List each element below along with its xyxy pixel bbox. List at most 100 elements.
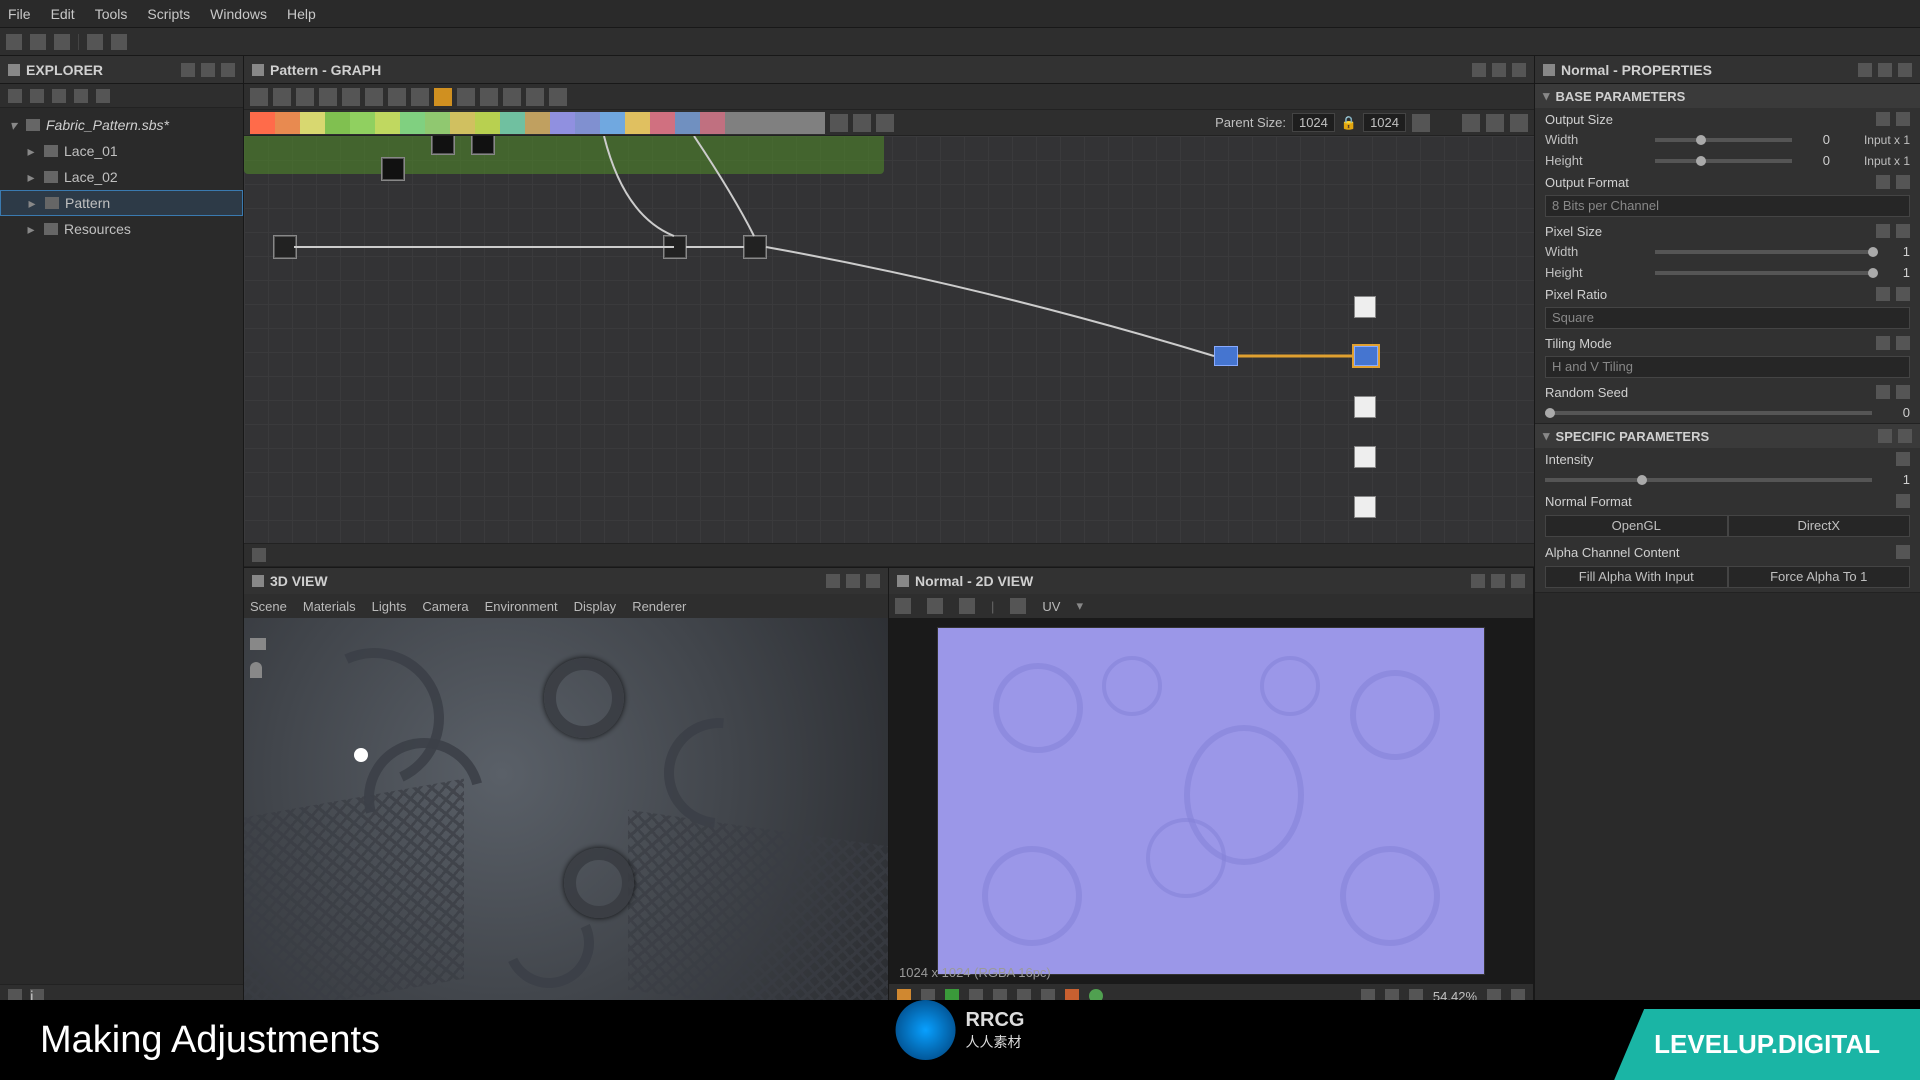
pxwidth-slider[interactable] [1655,250,1872,254]
pin-icon[interactable] [1472,63,1486,77]
reset-icon[interactable] [1896,385,1910,399]
menu-materials[interactable]: Materials [303,599,356,614]
copy-icon[interactable] [959,598,975,614]
reset-icon[interactable] [1896,175,1910,189]
flow-icon[interactable] [457,88,475,106]
btn-opengl[interactable]: OpenGL [1545,515,1728,537]
atomic-hsl[interactable] [525,112,550,134]
base-params-header[interactable]: BASE PARAMETERS [1556,89,1686,104]
reset-icon[interactable] [1896,452,1910,466]
btn-force-alpha[interactable]: Force Alpha To 1 [1728,566,1911,588]
atomic-levels[interactable] [550,112,575,134]
pin-icon[interactable] [181,63,195,77]
tree-item-lace02[interactable]: ▸ Lace_02 [0,164,243,190]
view2d-canvas[interactable]: 1024 x 1024 (RGBA 16pc) [889,618,1533,984]
menu-windows[interactable]: Windows [210,6,267,22]
atomic-blur[interactable] [300,112,325,134]
graph-node[interactable] [472,136,494,154]
graph-node[interactable] [744,236,766,258]
menu-tools[interactable]: Tools [95,6,128,22]
atomic-text[interactable] [725,112,750,134]
pin-node-icon[interactable] [876,114,894,132]
btn-directx[interactable]: DirectX [1728,515,1911,537]
view3d-canvas[interactable] [244,618,888,1008]
timing-icon[interactable] [480,88,498,106]
tree-item-resources[interactable]: ▸ Resources [0,216,243,242]
tree-root[interactable]: ▾ Fabric_Pattern.sbs* [0,112,243,138]
menu-display[interactable]: Display [574,599,617,614]
profile-icon[interactable] [1486,114,1504,132]
reset-icon[interactable] [1896,224,1910,238]
output-format-select[interactable]: 8 Bits per Channel [1545,195,1910,217]
save2-icon[interactable] [52,89,66,103]
save-icon[interactable] [54,34,70,50]
menu-edit[interactable]: Edit [51,6,75,22]
reload-icon[interactable] [30,34,46,50]
close-icon[interactable] [1898,63,1912,77]
chevron-right-icon[interactable]: ▸ [24,169,38,186]
graph-output-node[interactable] [1354,396,1376,418]
open-icon[interactable] [895,598,911,614]
close-icon[interactable] [221,63,235,77]
atomic-normal[interactable] [575,112,600,134]
wand-icon[interactable] [526,88,544,106]
menu-help[interactable]: Help [287,6,316,22]
home-icon[interactable] [6,34,22,50]
intensity-slider[interactable] [1545,478,1872,482]
atomic-svg[interactable] [700,112,725,134]
inherit-icon[interactable] [1876,112,1890,126]
graph-output-node[interactable] [1354,296,1376,318]
highlight-icon[interactable] [411,88,429,106]
maximize-icon[interactable] [846,574,860,588]
menu-file[interactable]: File [8,6,31,22]
undo-icon[interactable] [87,34,103,50]
parent-size-w[interactable]: 1024 [1292,113,1335,132]
settings-icon[interactable] [1510,114,1528,132]
reset-size-icon[interactable] [1412,114,1430,132]
atomic-output[interactable] [800,112,825,134]
refresh-icon[interactable] [30,89,44,103]
graph-node[interactable] [274,236,296,258]
zoom-icon[interactable] [342,88,360,106]
compute-icon[interactable] [434,88,452,106]
output-icon[interactable] [549,88,567,106]
atomic-dirwarp[interactable] [400,112,425,134]
inherit-icon[interactable] [1876,224,1890,238]
maximize-icon[interactable] [201,63,215,77]
chevron-right-icon[interactable]: ▸ [25,195,39,212]
menu-renderer[interactable]: Renderer [632,599,686,614]
graph-node[interactable] [382,158,404,180]
inherit-icon[interactable] [1876,287,1890,301]
maximize-icon[interactable] [1492,63,1506,77]
chevron-down-icon[interactable]: ▾ [6,117,20,134]
height-mode[interactable]: Input x 1 [1830,154,1910,168]
lock-icon[interactable]: 🔒 [1341,115,1357,131]
close-icon[interactable] [1511,574,1525,588]
func-icon[interactable] [1898,429,1912,443]
parent-size-h[interactable]: 1024 [1363,113,1406,132]
magnify-icon[interactable] [319,88,337,106]
seed-slider[interactable] [1545,411,1872,415]
atomic-shuffle[interactable] [625,112,650,134]
save-icon[interactable] [927,598,943,614]
atomic-grayscale[interactable] [500,112,525,134]
atomic-grad[interactable] [475,112,500,134]
align-icon[interactable] [365,88,383,106]
pxheight-slider[interactable] [1655,271,1872,275]
inherit-icon[interactable] [1876,385,1890,399]
atomic-dirblur[interactable] [375,112,400,134]
graph-node-selected[interactable] [1214,346,1238,366]
atomic-input[interactable] [775,112,800,134]
atomic-curve[interactable] [350,112,375,134]
chevron-right-icon[interactable]: ▸ [24,143,38,160]
gear-icon[interactable] [96,89,110,103]
atomic-channels[interactable] [325,112,350,134]
flow-mode-icon[interactable] [1462,114,1480,132]
menu-environment[interactable]: Environment [485,599,558,614]
reset-icon[interactable] [1896,494,1910,508]
close-icon[interactable] [1512,63,1526,77]
atomic-emboss[interactable] [450,112,475,134]
tree-item-pattern[interactable]: ▸ Pattern [0,190,243,216]
btn-fill-alpha[interactable]: Fill Alpha With Input [1545,566,1728,588]
hierarchy-icon[interactable] [252,548,266,562]
